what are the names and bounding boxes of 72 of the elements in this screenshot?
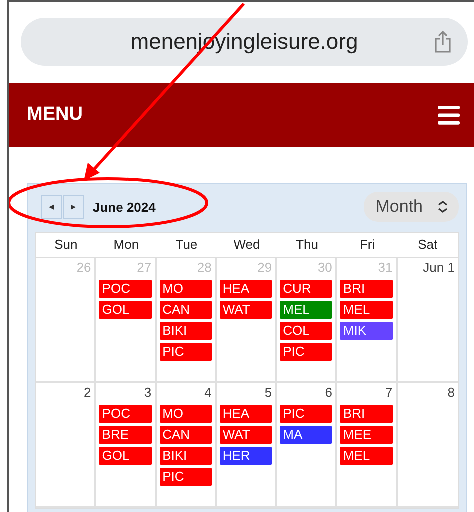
weekday-header: Sat (398, 233, 458, 258)
day-cell[interactable]: 3 POC BRE GOL (96, 383, 157, 508)
event-chip[interactable]: BRI (340, 280, 393, 298)
event-chip[interactable]: PIC (160, 343, 212, 361)
event-chip[interactable]: MA (280, 426, 332, 444)
event-chip[interactable]: MEL (280, 301, 332, 319)
event-chip[interactable]: CUR (280, 280, 332, 298)
day-number: 7 (385, 385, 393, 400)
weekday-header: Thu (277, 233, 338, 258)
weekday-header: Tue (156, 233, 217, 258)
menu-label: MENU (27, 104, 83, 126)
day-cell[interactable]: 5 HEA WAT HER (216, 383, 278, 508)
day-cell[interactable]: 6 PIC MA (277, 383, 338, 508)
day-cell[interactable]: 2 (36, 383, 96, 508)
event-chip[interactable]: PIC (280, 343, 332, 361)
day-cell[interactable]: 30 CUR MEL COL PIC (277, 258, 338, 383)
event-chip[interactable]: WAT (220, 426, 272, 444)
day-cell[interactable]: 29 HEA WAT (216, 258, 278, 383)
view-select[interactable]: Month (364, 192, 459, 222)
day-number: 30 (318, 260, 332, 275)
day-number: 26 (76, 260, 92, 275)
event-chip[interactable]: WAT (220, 301, 272, 319)
day-number: 8 (448, 385, 455, 400)
day-number: 4 (204, 385, 212, 400)
chevron-icon (437, 200, 449, 214)
day-cell[interactable]: 31 BRI MEL MIK (337, 258, 398, 383)
day-number: 2 (84, 385, 92, 400)
day-cell[interactable]: 27 POC GOL (96, 258, 157, 383)
event-chip[interactable]: COL (280, 322, 332, 340)
day-number: 29 (258, 260, 272, 275)
event-chip[interactable]: MIK (340, 322, 393, 340)
event-chip[interactable]: CAN (160, 301, 212, 319)
event-chip[interactable]: HEA (220, 280, 272, 298)
event-chip[interactable]: BIKI (160, 322, 212, 340)
day-number: Jun 1 (423, 260, 455, 275)
event-chip[interactable]: MEE (340, 426, 393, 444)
weekday-header: Fri (337, 233, 398, 258)
day-cell[interactable]: Jun 1 (398, 258, 458, 383)
event-chip[interactable]: CAN (160, 426, 212, 444)
day-cell[interactable]: 8 (398, 383, 458, 508)
event-chip[interactable]: PIC (160, 468, 212, 486)
weekday-header: Mon (96, 233, 157, 258)
event-chip[interactable]: BRE (99, 426, 152, 444)
day-number: 6 (325, 385, 332, 400)
day-cell[interactable]: 28 MO CAN BIKI PIC (156, 258, 217, 383)
event-chip[interactable]: BIKI (160, 447, 212, 465)
event-chip[interactable]: MO (160, 280, 212, 298)
day-number: 31 (378, 260, 393, 275)
event-chip[interactable]: GOL (99, 447, 152, 465)
event-chip[interactable]: POC (99, 280, 152, 298)
day-cell[interactable]: 4 MO CAN BIKI PIC (156, 383, 217, 508)
event-chip[interactable]: BRI (340, 405, 393, 423)
event-chip[interactable]: MO (160, 405, 212, 423)
weekday-header: Wed (216, 233, 278, 258)
event-chip[interactable]: GOL (99, 301, 152, 319)
weekday-header: Sun (36, 233, 96, 258)
event-chip[interactable]: HER (220, 447, 272, 465)
next-button[interactable]: ▸ (63, 195, 84, 219)
day-number: 27 (137, 260, 152, 275)
prev-button[interactable]: ◂ (41, 195, 62, 219)
day-cell[interactable]: 7 BRI MEE MEL (337, 383, 398, 508)
menu-icon[interactable] (438, 106, 460, 124)
event-chip[interactable]: POC (99, 405, 152, 423)
event-chip[interactable]: MEL (340, 301, 393, 319)
share-icon[interactable] (434, 30, 452, 54)
day-number: 28 (197, 260, 212, 275)
day-number: 5 (264, 385, 272, 400)
calendar-title: June 2024 (93, 200, 156, 214)
event-chip[interactable]: HEA (220, 405, 272, 423)
event-chip[interactable]: MEL (340, 447, 393, 465)
day-number: 3 (144, 385, 152, 400)
event-chip[interactable]: PIC (280, 405, 332, 423)
